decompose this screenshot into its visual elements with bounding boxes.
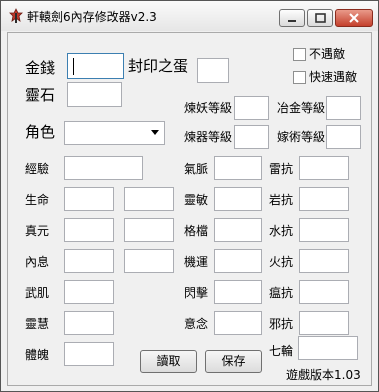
gold-label: 金錢 [25, 59, 56, 77]
stat-label-exp: 經驗 [25, 162, 50, 176]
resist-label-evil: 邪抗 [269, 317, 294, 331]
minimize-button[interactable] [279, 9, 305, 27]
seal-egg-label: 封印之蛋 [128, 57, 189, 75]
app-logo-icon [9, 8, 23, 23]
stat-label-muscle: 武肌 [25, 286, 50, 300]
stat-label-block: 格檔 [184, 224, 209, 238]
chevron-down-icon [151, 130, 159, 135]
close-button[interactable] [335, 9, 373, 27]
spirit-stone-label: 靈石 [25, 86, 56, 104]
stat-label-inner-breath: 內息 [25, 255, 50, 269]
role-label: 角色 [25, 123, 56, 141]
fast-encounter-checkbox[interactable] [293, 71, 306, 84]
maximize-icon [315, 13, 326, 23]
resist-label-plague: 瘟抗 [269, 286, 294, 300]
spirit-stone-input[interactable] [67, 82, 122, 107]
resist-label-thunder: 雷抗 [269, 162, 294, 176]
resist-label-water: 水抗 [269, 224, 294, 238]
window-title: 軒轅劍6內存修改器v2.3 [27, 10, 157, 24]
smelt-level-label: 冶金等級 [277, 101, 326, 115]
resist-input-evil[interactable] [299, 311, 349, 335]
no-encounter-label: 不遇敵 [309, 47, 346, 61]
resist-input-water[interactable] [299, 218, 349, 242]
demon-level-label: 煉妖等級 [184, 101, 233, 115]
resist-input-thunder[interactable] [299, 156, 349, 180]
app-window: 軒轅劍6內存修改器v2.3 金錢 封印之蛋 靈石 不遇敵 快速遇敵 煉妖等級 冶… [0, 0, 379, 392]
stat-label-qi-meridian: 氣脈 [184, 162, 209, 176]
fast-encounter-label: 快速遇敵 [309, 70, 358, 84]
stat-input-flash-strike[interactable] [214, 280, 262, 304]
stat-label-agility: 靈敏 [184, 193, 209, 207]
graft-level-label: 嫁術等級 [277, 130, 326, 144]
stat-input-inner-breath-max[interactable] [124, 249, 174, 273]
stat-input-will[interactable] [214, 311, 262, 335]
stat-label-luck: 機運 [184, 255, 209, 269]
read-button[interactable]: 讀取 [140, 350, 197, 373]
refine-level-label: 煉器等級 [184, 130, 233, 144]
resist-input-plague[interactable] [299, 280, 349, 304]
no-encounter-checkbox[interactable] [293, 48, 306, 61]
stat-input-true-energy[interactable] [64, 218, 114, 242]
refine-level-input[interactable] [234, 125, 269, 149]
stat-input-wisdom[interactable] [64, 311, 114, 335]
role-select[interactable] [64, 121, 165, 145]
stat-input-block[interactable] [214, 218, 262, 242]
smelt-level-input[interactable] [326, 96, 361, 120]
stat-label-will: 意念 [184, 317, 209, 331]
resist-label-rock: 岩抗 [269, 193, 294, 207]
stat-input-inner-breath[interactable] [64, 249, 114, 273]
minimize-icon [288, 20, 296, 22]
stat-input-physique[interactable] [64, 342, 114, 366]
stat-input-qi-meridian[interactable] [214, 156, 262, 180]
stat-input-agility[interactable] [214, 187, 262, 211]
stat-input-seven-wheels[interactable] [298, 336, 358, 360]
title-bar[interactable]: 軒轅劍6內存修改器v2.3 [1, 1, 378, 31]
stat-label-true-energy: 真元 [25, 224, 50, 238]
resist-label-fire: 火抗 [269, 255, 294, 269]
demon-level-input[interactable] [234, 96, 269, 120]
stat-label-wisdom: 靈慧 [25, 317, 50, 331]
stat-input-hp[interactable] [64, 187, 114, 211]
stat-label-seven-wheels: 七輪 [269, 344, 294, 358]
stat-input-hp-max[interactable] [124, 187, 174, 211]
maximize-button[interactable] [307, 9, 333, 27]
game-version-label: 遊戲版本1.03 [286, 368, 361, 382]
stat-input-true-energy-max[interactable] [124, 218, 174, 242]
stat-input-exp[interactable] [64, 156, 143, 180]
resist-input-fire[interactable] [299, 249, 349, 273]
stat-label-hp: 生命 [25, 193, 50, 207]
text-caret [73, 58, 74, 75]
save-button[interactable]: 保存 [205, 350, 262, 373]
graft-level-input[interactable] [326, 125, 361, 149]
close-icon [349, 13, 359, 23]
stat-label-flash-strike: 閃擊 [184, 286, 209, 300]
stat-input-muscle[interactable] [64, 280, 114, 304]
gold-input[interactable] [67, 53, 124, 79]
seal-egg-input[interactable] [197, 58, 229, 83]
stat-input-luck[interactable] [214, 249, 262, 273]
resist-input-rock[interactable] [299, 187, 349, 211]
stat-label-physique: 體魄 [25, 348, 50, 362]
